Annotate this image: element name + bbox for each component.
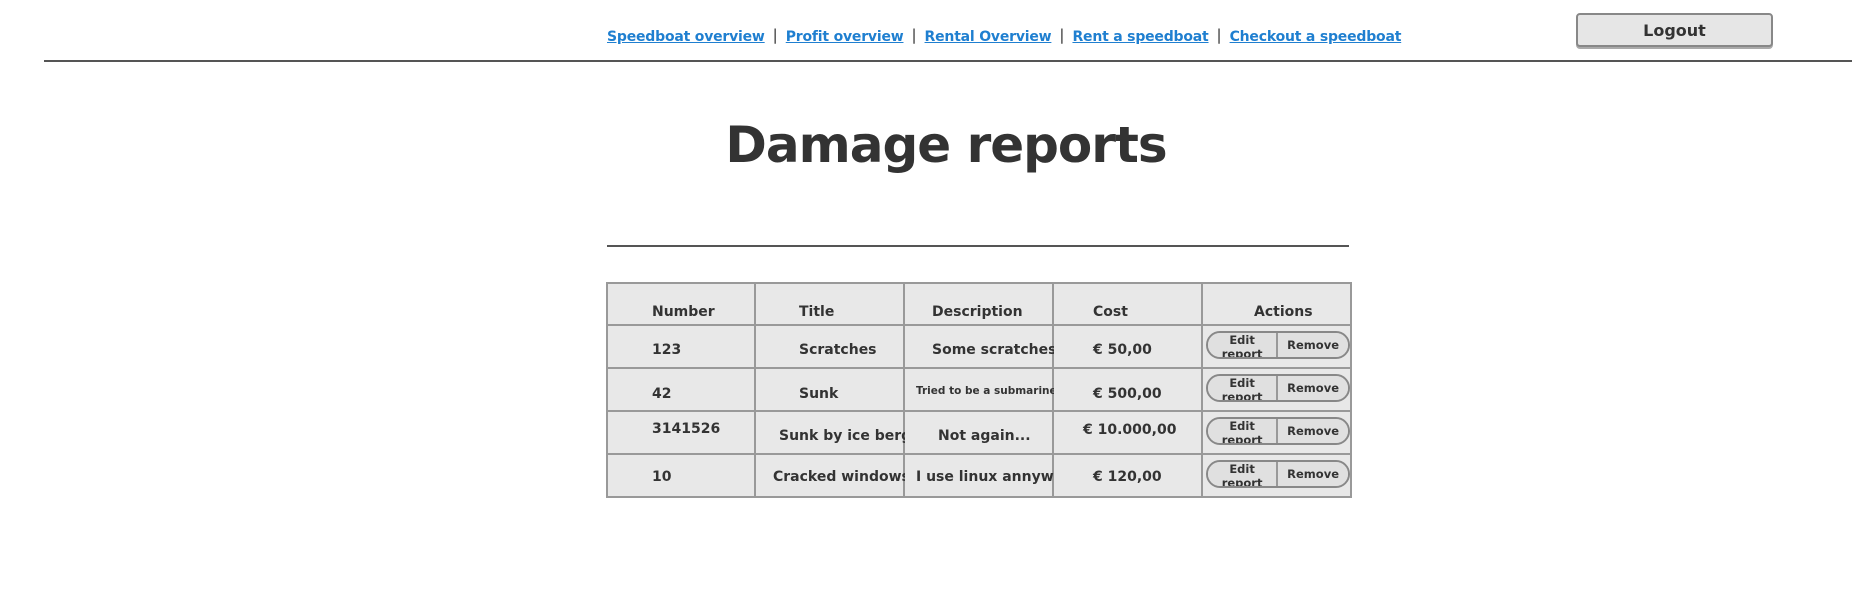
cell-number: 123 (606, 324, 756, 369)
cell-cost: € 50,00 (1052, 324, 1203, 369)
cell-number: 3141526 (606, 410, 756, 455)
edit-report-button[interactable]: Edit report (1208, 333, 1277, 357)
remove-button[interactable]: Remove (1276, 419, 1348, 443)
cell-actions: Edit report Remove (1201, 410, 1352, 455)
nav-link-speedboat-overview[interactable]: Speedboat overview (607, 29, 765, 45)
nav-link-rent-speedboat[interactable]: Rent a speedboat (1072, 29, 1208, 45)
cell-actions: Edit report Remove (1201, 324, 1352, 369)
damage-reports-table: Number Title Description Cost Actions 12… (606, 282, 1352, 498)
nav-link-rental-overview[interactable]: Rental Overview (925, 29, 1052, 45)
cell-actions: Edit report Remove (1201, 453, 1352, 498)
header-divider (44, 60, 1852, 62)
page-title: Damage reports (725, 116, 1167, 174)
edit-report-button[interactable]: Edit report (1208, 376, 1277, 400)
cell-number: 10 (606, 453, 756, 498)
cell-actions: Edit report Remove (1201, 367, 1352, 412)
column-header-number: Number (606, 282, 756, 326)
nav-separator: | (911, 26, 917, 44)
column-header-description: Description (903, 282, 1054, 326)
row-action-group: Edit report Remove (1206, 460, 1350, 488)
cell-cost: € 120,00 (1052, 453, 1203, 498)
main-nav: Speedboat overview | Profit overview | R… (607, 26, 1402, 46)
cell-description: Tried to be a submarine (903, 367, 1057, 412)
table-row: 123 Scratches Some scratches € 50,00 Edi… (606, 324, 1352, 369)
nav-separator: | (772, 26, 778, 44)
cell-description: Some scratches (903, 324, 1056, 369)
column-header-actions: Actions (1201, 282, 1352, 326)
nav-link-profit-overview[interactable]: Profit overview (786, 29, 904, 45)
cell-description: I use linux annyway (903, 453, 1072, 498)
table-row: 10 Cracked windows I use linux annyway €… (606, 453, 1352, 498)
cell-title: Scratches (754, 324, 905, 369)
edit-report-button[interactable]: Edit report (1208, 419, 1277, 443)
cell-title: Cracked windows (754, 453, 910, 498)
edit-report-button[interactable]: Edit report (1208, 462, 1277, 486)
cell-title: Sunk (754, 367, 905, 412)
cell-number: 42 (606, 367, 756, 412)
row-action-group: Edit report Remove (1206, 331, 1350, 359)
nav-separator: | (1059, 26, 1065, 44)
table-header-row: Number Title Description Cost Actions (606, 282, 1352, 326)
cell-cost: € 500,00 (1052, 367, 1203, 412)
row-action-group: Edit report Remove (1206, 417, 1350, 445)
column-header-title: Title (754, 282, 905, 326)
remove-button[interactable]: Remove (1276, 462, 1348, 486)
nav-separator: | (1216, 26, 1222, 44)
row-action-group: Edit report Remove (1206, 374, 1350, 402)
cell-cost: € 10.000,00 (1052, 410, 1203, 455)
remove-button[interactable]: Remove (1276, 333, 1348, 357)
logout-button[interactable]: Logout (1576, 13, 1773, 47)
remove-button[interactable]: Remove (1276, 376, 1348, 400)
table-row: 3141526 Sunk by ice berg Not again... € … (606, 410, 1352, 455)
cell-description: Not again... (903, 410, 1054, 455)
table-row: 42 Sunk Tried to be a submarine € 500,00… (606, 367, 1352, 412)
title-divider (607, 245, 1349, 247)
column-header-cost: Cost (1052, 282, 1203, 326)
nav-link-checkout-speedboat[interactable]: Checkout a speedboat (1230, 29, 1402, 45)
cell-title: Sunk by ice berg (754, 410, 911, 455)
